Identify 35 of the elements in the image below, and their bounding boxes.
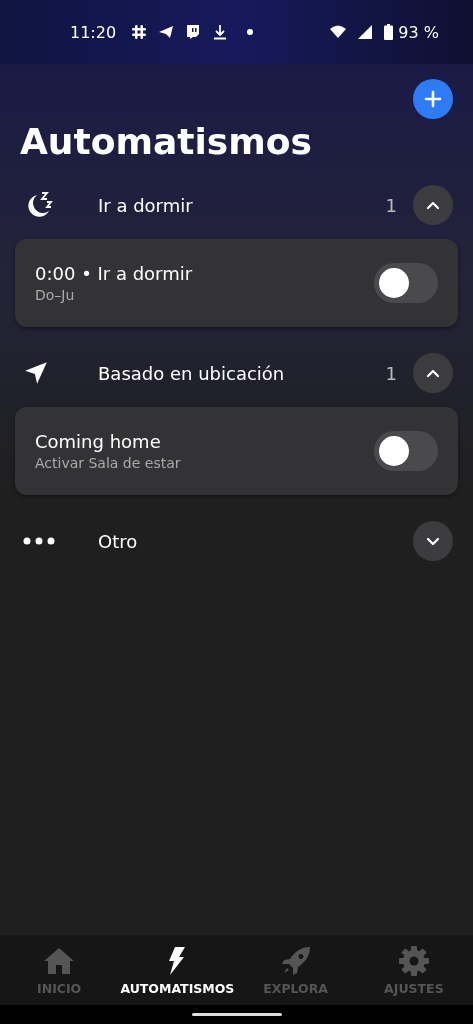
page-title: Automatismos (20, 120, 313, 164)
battery-icon (384, 24, 394, 40)
plus-icon (423, 89, 443, 109)
gesture-handle[interactable] (191, 1013, 282, 1016)
automation-card[interactable]: 0:00 • Ir a dormir Do–Ju (15, 239, 458, 327)
battery-percent: 93 % (398, 22, 439, 42)
automation-card[interactable]: Coming home Activar Sala de estar (15, 407, 458, 495)
section-title: Ir a dormir (98, 194, 194, 216)
more-icon (23, 537, 55, 545)
download-icon (212, 24, 229, 40)
automation-title: 0:00 • Ir a dormir (35, 263, 194, 284)
navigation-arrow-icon (23, 360, 49, 386)
toggle-switch[interactable] (374, 263, 438, 303)
add-button[interactable] (413, 79, 453, 119)
chat-bubble-icon (185, 24, 202, 40)
expand-button[interactable] (413, 521, 453, 561)
hash-icon (131, 24, 148, 40)
section-count: 1 (385, 194, 397, 216)
rocket-icon (279, 944, 312, 977)
dot-icon (247, 29, 254, 35)
toggle-switch[interactable] (374, 431, 438, 471)
section-count: 1 (385, 362, 397, 384)
section-title: Basado en ubicación (98, 362, 286, 384)
collapse-button[interactable] (413, 353, 453, 393)
signal-icon (357, 24, 374, 40)
nav-tab[interactable]: AUTOMATISMOS (118, 935, 237, 1005)
automation-title: Coming home (35, 431, 162, 452)
wifi-icon (330, 24, 347, 40)
gear-icon (397, 944, 430, 977)
automation-schedule: Activar Sala de estar (35, 455, 182, 471)
collapse-button[interactable] (413, 185, 453, 225)
paper-plane-icon (158, 24, 175, 40)
status-time: 11:20 (70, 22, 117, 42)
automation-schedule: Do–Ju (35, 287, 76, 303)
section-title: Otro (98, 530, 139, 552)
